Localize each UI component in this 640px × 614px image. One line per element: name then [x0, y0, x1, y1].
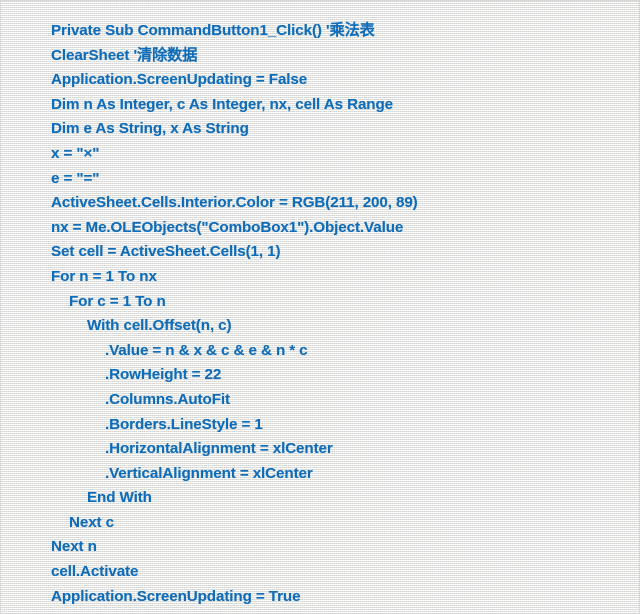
code-block: Private Sub CommandButton1_Click() '乘法表 C…	[1, 1, 639, 613]
code-line: Next c	[69, 513, 114, 531]
code-line: End Sub	[51, 609, 625, 613]
code-line: Set cell = ActiveSheet.Cells(1, 1)	[51, 243, 281, 261]
code-line: .Columns.AutoFit	[105, 390, 230, 408]
code-line: .HorizontalAlignment = xlCenter	[105, 440, 333, 458]
code-line: For c = 1 To n	[69, 292, 166, 310]
code-line: Dim n As Integer, c As Integer, nx, cell…	[51, 95, 393, 113]
code-line: Next n	[51, 538, 97, 556]
code-line: cell.Activate	[51, 563, 139, 581]
code-line: e = "="	[51, 169, 100, 187]
code-line: Application.ScreenUpdating = True	[51, 587, 301, 605]
code-line: Application.ScreenUpdating = False	[51, 71, 308, 89]
code-line: With cell.Offset(n, c)	[87, 317, 232, 335]
code-line: nx = Me.OLEObjects("ComboBox1").Object.V…	[51, 218, 404, 236]
code-snippet-figure: Private Sub CommandButton1_Click() '乘法表 C…	[0, 0, 640, 614]
code-line: .Borders.LineStyle = 1	[105, 415, 263, 433]
code-line: ActiveSheet.Cells.Interior.Color = RGB(2…	[51, 194, 418, 212]
code-line: .Value = n & x & c & e & n * c	[105, 341, 308, 359]
code-line: .RowHeight = 22	[105, 366, 222, 384]
code-line: Private Sub CommandButton1_Click() '乘法表	[51, 22, 375, 39]
code-line: For n = 1 To nx	[51, 267, 157, 285]
code-line: ClearSheet '清除数据	[51, 46, 198, 64]
code-line: .VerticalAlignment = xlCenter	[105, 464, 313, 482]
code-line: x = "×"	[51, 144, 100, 162]
code-line: Dim e As String, x As String	[51, 120, 249, 138]
code-line: End With	[87, 489, 152, 507]
